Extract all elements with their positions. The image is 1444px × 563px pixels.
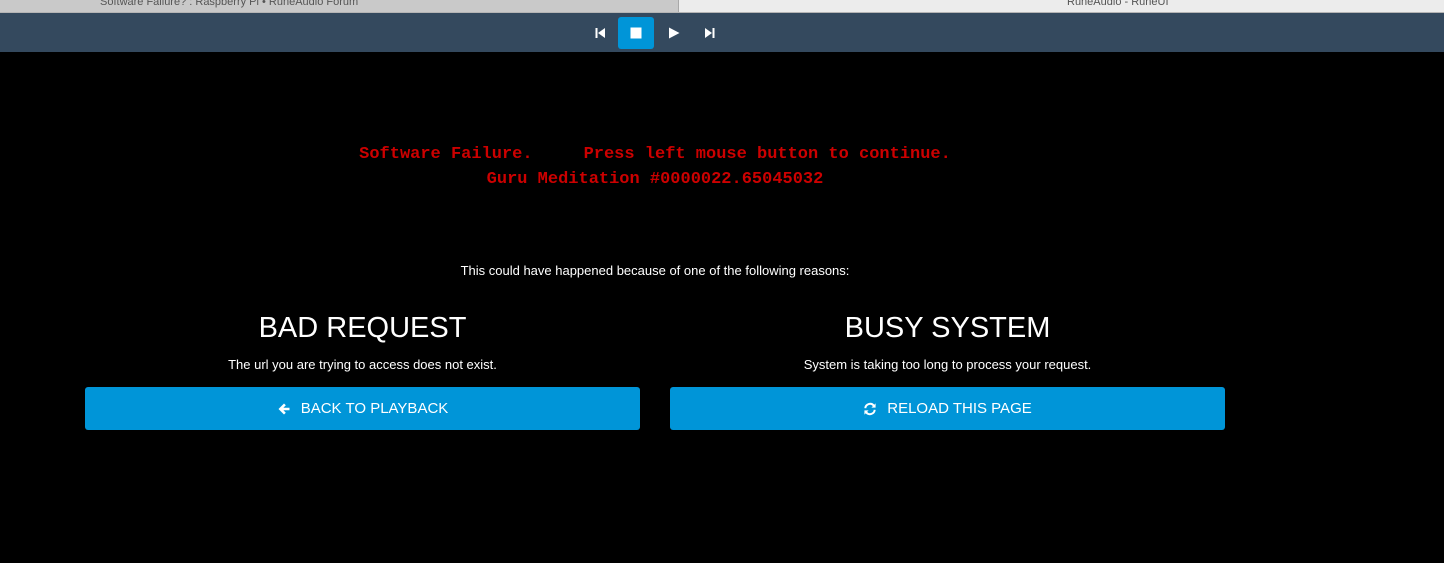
play-icon [669, 27, 680, 39]
browser-tab-runeui[interactable]: RuneAudio - RuneUI [679, 0, 1444, 12]
reason-description: The url you are trying to access does no… [228, 357, 497, 372]
reason-busy-system: BUSY SYSTEM System is taking too long to… [670, 308, 1225, 430]
arrow-left-icon [277, 402, 291, 416]
guru-meditation-line-2: Guru Meditation #0000022.65045032 [486, 170, 824, 189]
browser-tab-title: Software Failure? : Raspberry Pi • RuneA… [100, 0, 359, 8]
play-button[interactable] [656, 17, 692, 49]
browser-tab-title: RuneAudio - RuneUI [1067, 0, 1169, 8]
reason-title: BAD REQUEST [258, 312, 467, 344]
stop-button[interactable] [618, 17, 654, 49]
browser-tab-forum[interactable]: Software Failure? : Raspberry Pi • RuneA… [0, 0, 679, 12]
next-button[interactable] [692, 17, 728, 49]
reason-bad-request: BAD REQUEST The url you are trying to ac… [85, 308, 640, 430]
button-label: RELOAD THIS PAGE [887, 400, 1032, 417]
error-page: Software Failure. Press left mouse butto… [0, 52, 1444, 563]
button-label: BACK TO PLAYBACK [300, 400, 449, 417]
guru-meditation-line-1: Software Failure. Press left mouse butto… [359, 145, 951, 164]
skip-forward-icon [705, 28, 715, 38]
stop-icon [630, 27, 642, 39]
reasons-intro: This could have happened because of one … [460, 263, 850, 278]
browser-tab-strip: Software Failure? : Raspberry Pi • RuneA… [0, 0, 1444, 13]
reason-description: System is taking too long to process you… [803, 357, 1092, 372]
player-control-bar [0, 13, 1444, 52]
reason-title: BUSY SYSTEM [844, 312, 1051, 344]
skip-back-icon [595, 28, 605, 38]
back-to-playback-button[interactable]: BACK TO PLAYBACK [85, 387, 640, 430]
previous-button[interactable] [582, 17, 618, 49]
reload-page-button[interactable]: RELOAD THIS PAGE [670, 387, 1225, 430]
refresh-icon [863, 402, 877, 416]
